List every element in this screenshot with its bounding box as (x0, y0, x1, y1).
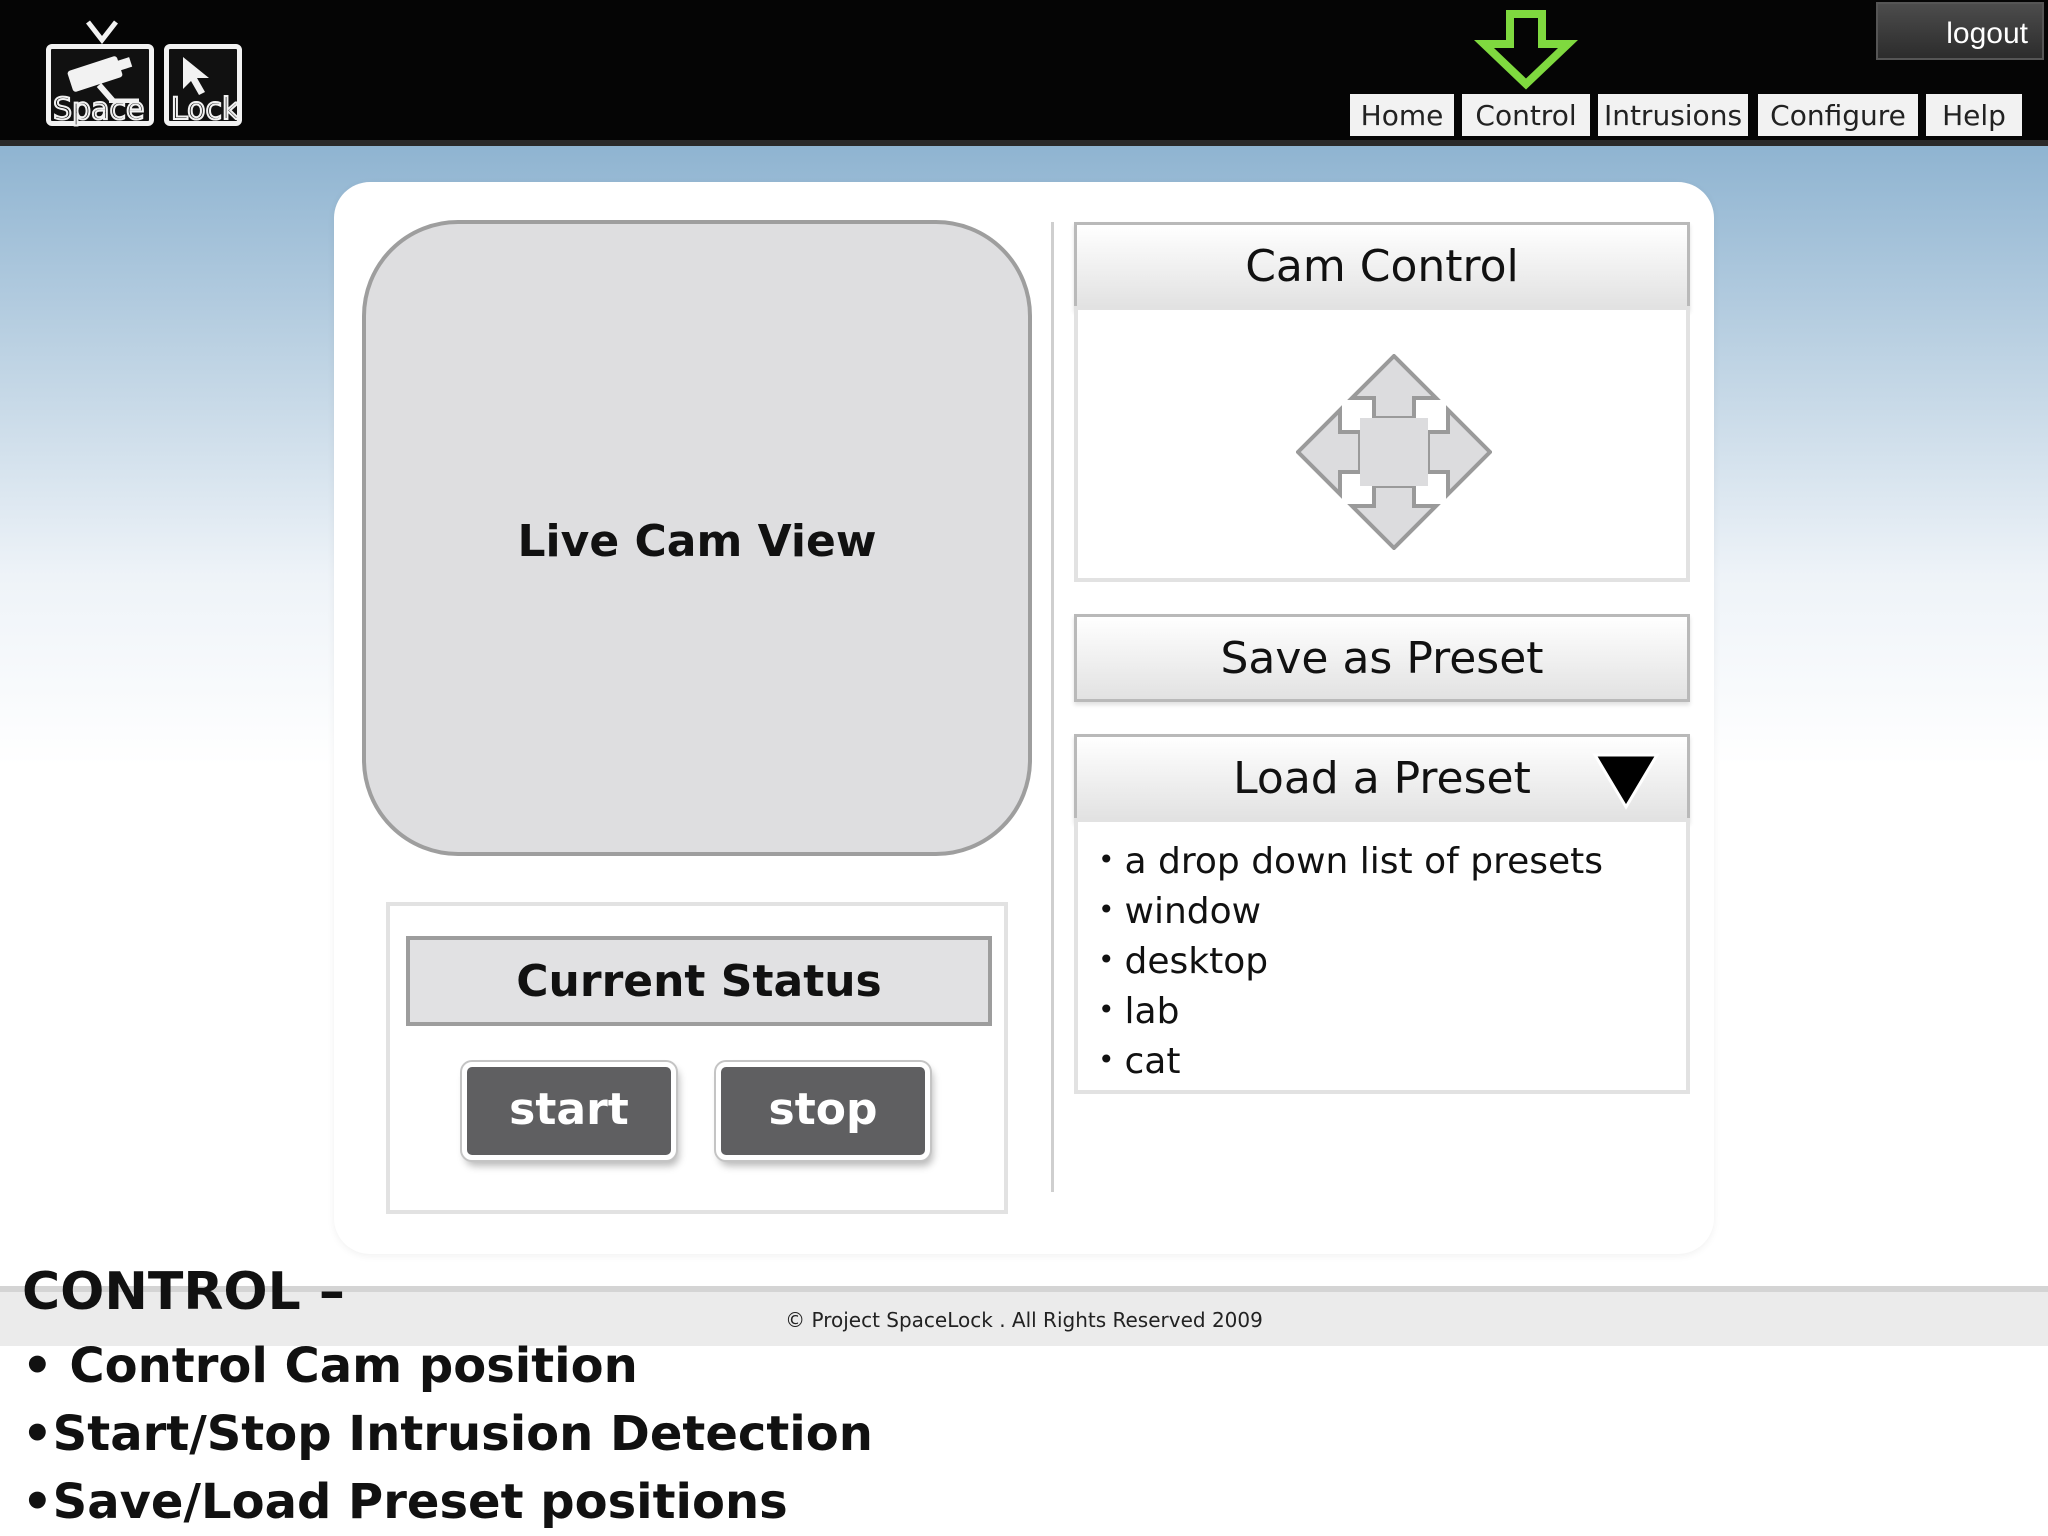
antenna-icon (86, 20, 118, 44)
move-arrows-icon[interactable] (1296, 354, 1492, 550)
caption-title: CONTROL – (22, 1262, 345, 1322)
nav-intrusions[interactable]: Intrusions (1598, 94, 1748, 136)
logo-lock-box: Lock (164, 44, 242, 128)
active-nav-arrow-icon (1474, 10, 1578, 90)
preset-list-item[interactable]: cat (1098, 1038, 1686, 1088)
nav-control[interactable]: Control (1462, 94, 1590, 136)
live-cam-view[interactable]: Live Cam View (362, 220, 1032, 856)
live-cam-label: Live Cam View (517, 516, 877, 567)
logout-button[interactable]: logout (1876, 2, 2044, 60)
logo-word-lock: Lock (170, 91, 240, 128)
preset-list-item[interactable]: window (1098, 888, 1686, 938)
load-preset-label: Load a Preset (1233, 753, 1531, 804)
start-button[interactable]: start (462, 1062, 676, 1160)
column-divider (1051, 222, 1054, 1192)
nav-help[interactable]: Help (1926, 94, 2022, 136)
cam-control-header: Cam Control (1074, 222, 1690, 310)
preset-list-item[interactable]: desktop (1098, 938, 1686, 988)
logo-word-space: Space (52, 91, 145, 128)
dropdown-triangle-icon[interactable] (1591, 751, 1661, 811)
cam-control-pad (1074, 306, 1690, 582)
nav-home[interactable]: Home (1350, 94, 1454, 136)
stop-button[interactable]: stop (716, 1062, 930, 1160)
spacelock-logo[interactable]: Space Lock (40, 20, 250, 132)
nav-configure[interactable]: Configure (1758, 94, 1918, 136)
load-preset-dropdown[interactable]: Load a Preset (1074, 734, 1690, 822)
header-bar: Space Lock logout Home Control Intrusion… (0, 0, 2048, 146)
caption-line: • Control Cam position (22, 1338, 638, 1394)
caption-line: •Save/Load Preset positions (22, 1474, 788, 1530)
preset-list-item[interactable]: a drop down list of presets (1098, 838, 1686, 888)
caption-line: •Start/Stop Intrusion Detection (22, 1406, 873, 1462)
preset-list: a drop down list of presets window deskt… (1074, 818, 1690, 1094)
current-status-bar: Current Status (406, 936, 992, 1026)
logo-space-box: Space (46, 44, 154, 128)
preset-list-item[interactable]: lab (1098, 988, 1686, 1038)
save-preset-button[interactable]: Save as Preset (1074, 614, 1690, 702)
